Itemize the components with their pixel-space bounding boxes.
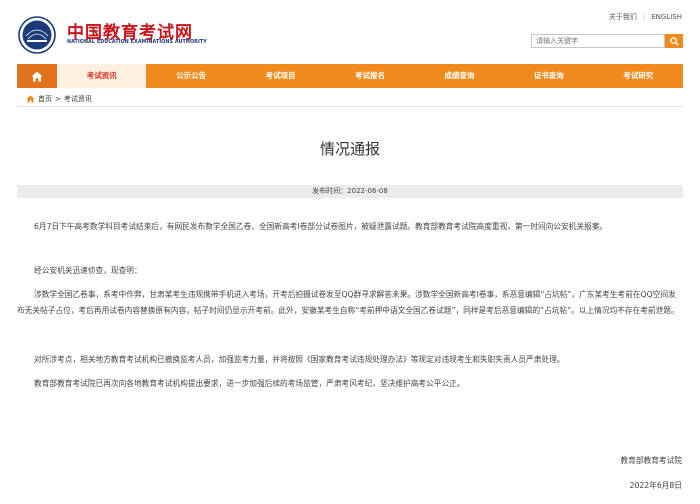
breadcrumb-divider [17, 106, 683, 107]
article-paragraph: 涉数学全国乙卷事，系考中作弊，甘肃某考生违规携带手机进入考场，开考后拍摄试卷发至… [17, 290, 679, 315]
link-separator: | [642, 13, 646, 21]
nav-item-exam-programs[interactable]: 考试项目 [236, 64, 325, 88]
neea-logo-emblem[interactable] [17, 16, 57, 54]
nav-item-registration[interactable]: 考试报名 [325, 64, 414, 88]
breadcrumb-home-link[interactable]: 首页 [38, 94, 52, 104]
main-nav: 考试资讯 公示公告 考试项目 考试报名 成绩查询 证书查询 考试研究 [17, 64, 683, 88]
english-link[interactable]: ENGLISH [651, 13, 682, 21]
nav-item-announcements[interactable]: 公示公告 [146, 64, 235, 88]
nav-item-exam-news[interactable]: 考试资讯 [57, 64, 147, 88]
home-icon [26, 95, 35, 103]
breadcrumb-separator: > [55, 95, 61, 103]
article-title: 情况通报 [319, 140, 380, 158]
nav-item-certificate-query[interactable]: 证书查询 [504, 64, 593, 88]
search-button[interactable] [665, 34, 683, 48]
nav-item-score-query[interactable]: 成绩查询 [415, 64, 504, 88]
about-us-link[interactable]: 关于我们 [609, 13, 637, 21]
search-box [531, 34, 683, 48]
site-header: 中国教育考试网 NATIONAL EDUCATION EXAMINATIONS … [0, 0, 700, 62]
top-links: 关于我们 | ENGLISH [609, 12, 682, 22]
breadcrumb: 首页 > 考试资讯 [26, 94, 92, 104]
nav-items: 考试资讯 公示公告 考试项目 考试报名 成绩查询 证书查询 考试研究 [57, 64, 683, 88]
article-paragraph: 6月7日下午高考数学科目考试结束后，有网民发布数学全国乙卷、全国新高考Ⅰ卷部分试… [34, 222, 608, 231]
article-paragraph: 对所涉考点，相关地方教育考试机构已撤换监考人员，加强监考力量，并将按照《国家教育… [34, 355, 565, 364]
article-paragraph: 经公安机关迅速侦查，现查明： [34, 266, 142, 275]
home-icon [31, 71, 43, 81]
search-icon [669, 36, 679, 46]
article-date: 2022年6月8日 [629, 481, 682, 490]
publish-time: 发布时间：2022-06-08 [17, 185, 683, 198]
nav-item-exam-research[interactable]: 考试研究 [594, 64, 683, 88]
site-subtitle: NATIONAL EDUCATION EXAMINATIONS AUTHORIT… [67, 40, 207, 45]
article-paragraph: 教育部教育考试院已再次向各地教育考试机构提出要求，进一步加强后续的考场监管，严肃… [34, 379, 465, 388]
article-signature: 教育部教育考试院 [620, 456, 682, 465]
search-input[interactable] [531, 34, 665, 48]
breadcrumb-current-link[interactable]: 考试资讯 [64, 94, 92, 104]
nav-home-button[interactable] [17, 64, 57, 88]
